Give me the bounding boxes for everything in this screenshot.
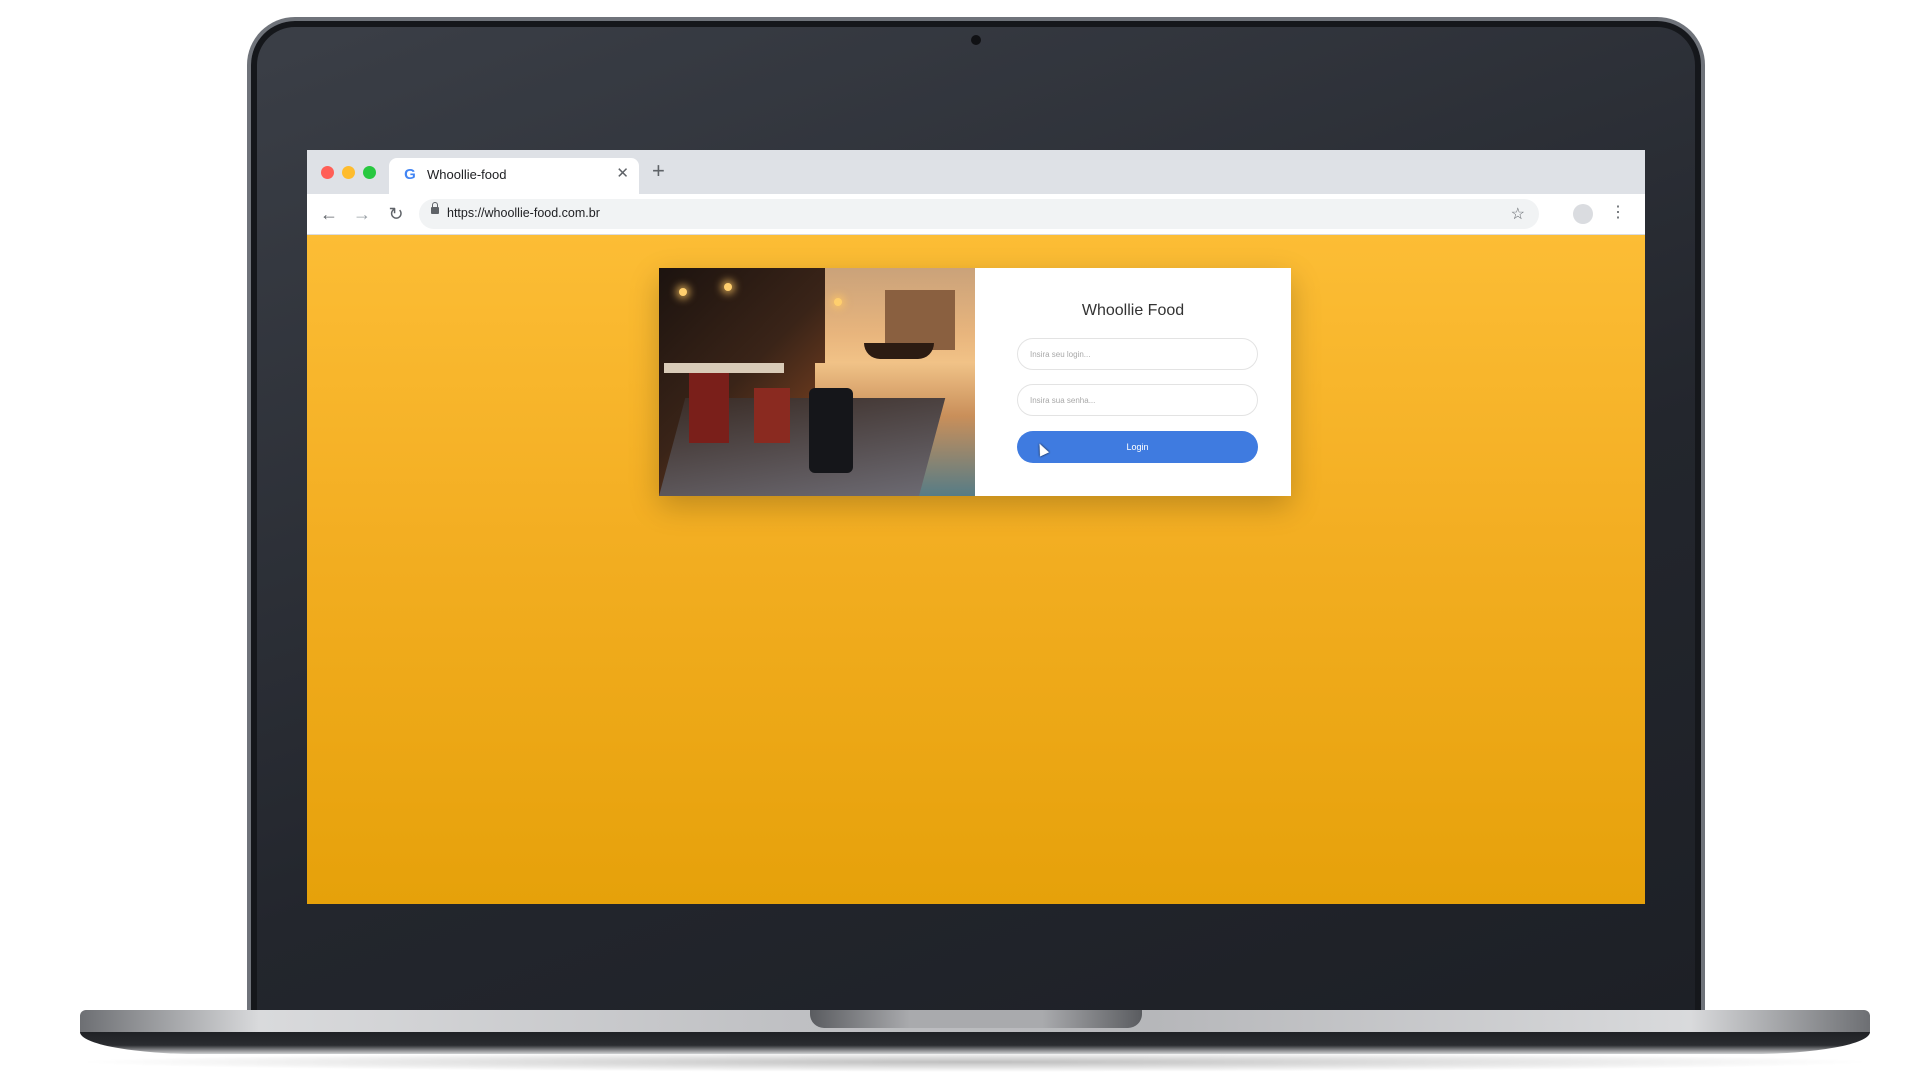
tab-title: Whoollie-food: [427, 167, 507, 182]
forward-arrow-icon[interactable]: →: [350, 202, 374, 226]
plus-icon[interactable]: +: [652, 159, 665, 183]
star-icon[interactable]: ☆: [1511, 204, 1525, 224]
laptop-notch: [810, 1010, 1142, 1028]
back-arrow-icon[interactable]: ←: [317, 202, 341, 226]
login-card: Whoollie Food Login: [659, 268, 1291, 496]
google-favicon-icon: G: [404, 166, 416, 183]
window-maximize-button[interactable]: [363, 166, 376, 179]
login-button[interactable]: Login: [1017, 431, 1258, 463]
close-icon[interactable]: ✕: [616, 165, 629, 183]
login-form: Whoollie Food Login: [975, 268, 1291, 496]
tab-bar: G Whoollie-food ✕ +: [307, 150, 1645, 194]
browser-tab[interactable]: G Whoollie-food ✕: [389, 158, 639, 194]
address-bar[interactable]: https://whoollie-food.com.br ☆: [419, 199, 1539, 229]
password-input[interactable]: [1017, 384, 1258, 416]
more-vert-icon[interactable]: ⋮: [1610, 203, 1626, 223]
window-close-button[interactable]: [321, 166, 334, 179]
reload-icon[interactable]: ↻: [384, 202, 408, 226]
webcam: [971, 35, 981, 45]
app-title: Whoollie Food: [1081, 302, 1185, 319]
profile-avatar-icon[interactable]: [1573, 204, 1593, 224]
lock-icon: [431, 202, 439, 214]
laptop-shadow: [70, 1052, 1880, 1072]
url-text[interactable]: https://whoollie-food.com.br: [447, 206, 600, 220]
browser-window: G Whoollie-food ✕ + ← → ↻ https://whooll…: [307, 150, 1645, 904]
browser-toolbar: ← → ↻ https://whoollie-food.com.br ☆ ⋮: [307, 194, 1645, 235]
login-input[interactable]: [1017, 338, 1258, 370]
restaurant-photo: [659, 268, 975, 496]
window-minimize-button[interactable]: [342, 166, 355, 179]
laptop-base-bottom: [80, 1032, 1870, 1054]
page-viewport: Whoollie Food Login: [307, 235, 1645, 904]
